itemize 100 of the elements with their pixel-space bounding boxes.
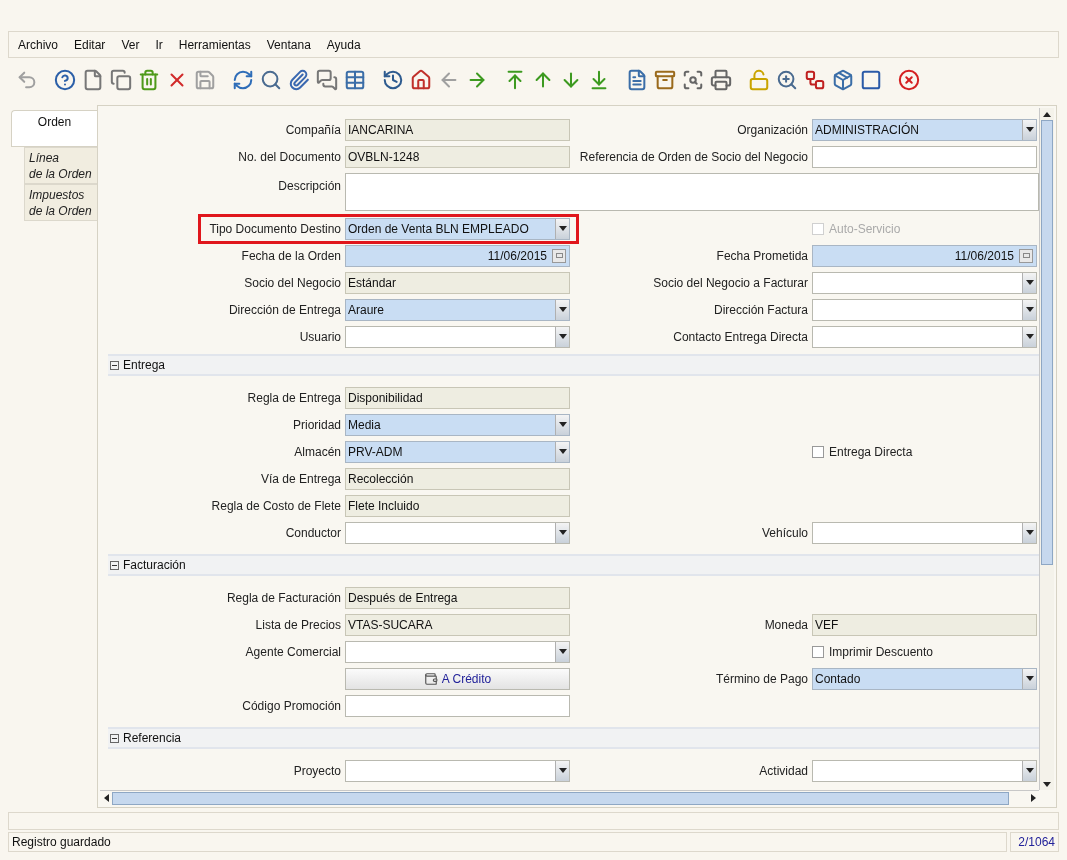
- field-label: Compañía: [285, 121, 341, 139]
- field-label: Regla de Costo de Flete: [211, 497, 341, 515]
- status-message: Registro guardado: [8, 832, 1007, 852]
- caret-icon: [1025, 307, 1034, 312]
- dropdown-field[interactable]: [345, 640, 570, 663]
- field-label: Actividad: [759, 762, 808, 780]
- field-label: No. del Documento: [238, 148, 341, 166]
- caret-icon: [558, 334, 567, 339]
- input-field[interactable]: [812, 145, 1037, 168]
- field-label: Fecha Prometida: [716, 247, 808, 265]
- field-label: Regla de Entrega: [247, 389, 341, 407]
- field-label: Vía de Entrega: [260, 470, 341, 488]
- read-only-field: Estándar: [345, 271, 570, 294]
- field-label: Dirección de Entrega: [228, 301, 341, 319]
- checkbox-label: Auto-Servicio: [829, 220, 901, 238]
- read-only-field: Después de Entrega: [345, 586, 570, 609]
- credit-button[interactable]: A Crédito: [345, 667, 570, 690]
- field-label: Proyecto: [293, 762, 341, 780]
- field-label: Regla de Facturación: [226, 589, 341, 607]
- caret-icon: [558, 649, 567, 654]
- field-label: Almacén: [294, 443, 341, 461]
- read-only-field: OVBLN-1248: [345, 145, 570, 168]
- dropdown-field[interactable]: Media: [345, 413, 570, 436]
- vertical-scrollbar[interactable]: [1039, 108, 1054, 790]
- section-title: Facturación: [123, 557, 186, 574]
- collapse-icon[interactable]: [110, 733, 119, 743]
- date-field[interactable]: 11/06/2015: [345, 244, 570, 267]
- field-label: Descripción: [277, 178, 341, 195]
- field-label: Dirección Factura: [713, 301, 808, 319]
- field-label: Lista de Precios: [255, 616, 341, 634]
- read-only-field: Recolección: [345, 467, 570, 490]
- calendar-icon[interactable]: [552, 248, 566, 263]
- caret-icon: [1025, 280, 1034, 285]
- caret-icon: [1025, 530, 1034, 535]
- dropdown-field[interactable]: [345, 759, 570, 782]
- dropdown-field[interactable]: PRV-ADM: [345, 440, 570, 463]
- field-label: Término de Pago: [715, 670, 808, 688]
- tab[interactable]: Orden: [11, 110, 97, 147]
- caret-icon: [1025, 768, 1034, 773]
- dropdown-field[interactable]: Araure: [345, 298, 570, 321]
- field-label: Moneda: [764, 616, 808, 634]
- text-area[interactable]: [345, 173, 1039, 211]
- collapse-icon[interactable]: [110, 560, 119, 570]
- read-only-field: VEF: [812, 613, 1037, 636]
- caret-icon: [558, 422, 567, 427]
- menu-item[interactable]: Ver: [121, 35, 140, 54]
- caret-icon: [558, 768, 567, 773]
- field-label: Agente Comercial: [245, 643, 341, 661]
- caret-icon: [558, 530, 567, 535]
- field-label: Contacto Entrega Directa: [673, 328, 808, 346]
- calendar-icon[interactable]: [1019, 248, 1033, 263]
- input-field[interactable]: [345, 694, 570, 717]
- section-header[interactable]: Entrega: [108, 354, 1039, 376]
- dropdown-field[interactable]: [345, 325, 570, 348]
- caret-icon: [558, 226, 567, 231]
- dropdown-field[interactable]: Orden de Venta BLN EMPLEADO: [345, 217, 570, 240]
- menu-item[interactable]: Ventana: [266, 35, 311, 54]
- section-title: Referencia: [123, 730, 182, 747]
- menu-item[interactable]: Editar: [74, 35, 106, 54]
- collapse-icon[interactable]: [110, 360, 119, 370]
- field-label: Usuario: [299, 328, 341, 346]
- dropdown-field[interactable]: [812, 759, 1037, 782]
- dropdown-field[interactable]: [812, 298, 1037, 321]
- checkbox[interactable]: [812, 645, 824, 658]
- read-only-field: Flete Incluido: [345, 494, 570, 517]
- checkbox-label: Entrega Directa: [829, 443, 913, 461]
- field-label: Conductor: [285, 524, 341, 542]
- dropdown-field[interactable]: [812, 325, 1037, 348]
- dropdown-field[interactable]: [812, 521, 1037, 544]
- read-only-field: VTAS-SUCARA: [345, 613, 570, 636]
- section-title: Entrega: [123, 357, 166, 374]
- section-header[interactable]: Facturación: [108, 554, 1039, 576]
- menu-item[interactable]: Ayuda: [326, 35, 361, 54]
- scroll-thumb[interactable]: [1041, 120, 1053, 565]
- dropdown-field[interactable]: [345, 521, 570, 544]
- tab[interactable]: Impuestos de la Orden: [24, 184, 97, 221]
- checkbox[interactable]: [812, 445, 824, 458]
- menu-item[interactable]: Ir: [155, 35, 163, 54]
- field-label: Prioridad: [292, 416, 341, 434]
- field-label: Fecha de la Orden: [241, 247, 341, 265]
- menu-item[interactable]: Archivo: [18, 35, 58, 54]
- checkbox-label: Imprimir Descuento: [829, 643, 934, 661]
- read-only-field: Disponibilidad: [345, 386, 570, 409]
- field-label: Vehículo: [761, 524, 808, 542]
- dropdown-field[interactable]: [812, 271, 1037, 294]
- read-only-field: IANCARINA: [345, 118, 570, 141]
- section-header[interactable]: Referencia: [108, 727, 1039, 749]
- field-label: Socio del Negocio: [244, 274, 341, 292]
- dropdown-field[interactable]: ADMINISTRACIÓN: [812, 118, 1037, 141]
- field-label: Código Promoción: [242, 697, 341, 715]
- date-field[interactable]: 11/06/2015: [812, 244, 1037, 267]
- menu-item[interactable]: Herramientas: [178, 35, 251, 54]
- record-counter[interactable]: 2/1064: [1010, 832, 1059, 852]
- caret-icon: [1025, 127, 1034, 132]
- wallet-icon: [423, 671, 438, 686]
- dropdown-field[interactable]: Contado: [812, 667, 1037, 690]
- caret-icon: [558, 307, 567, 312]
- caret-icon: [1025, 334, 1034, 339]
- caret-icon: [558, 449, 567, 454]
- tab[interactable]: Línea de la Orden: [24, 147, 97, 184]
